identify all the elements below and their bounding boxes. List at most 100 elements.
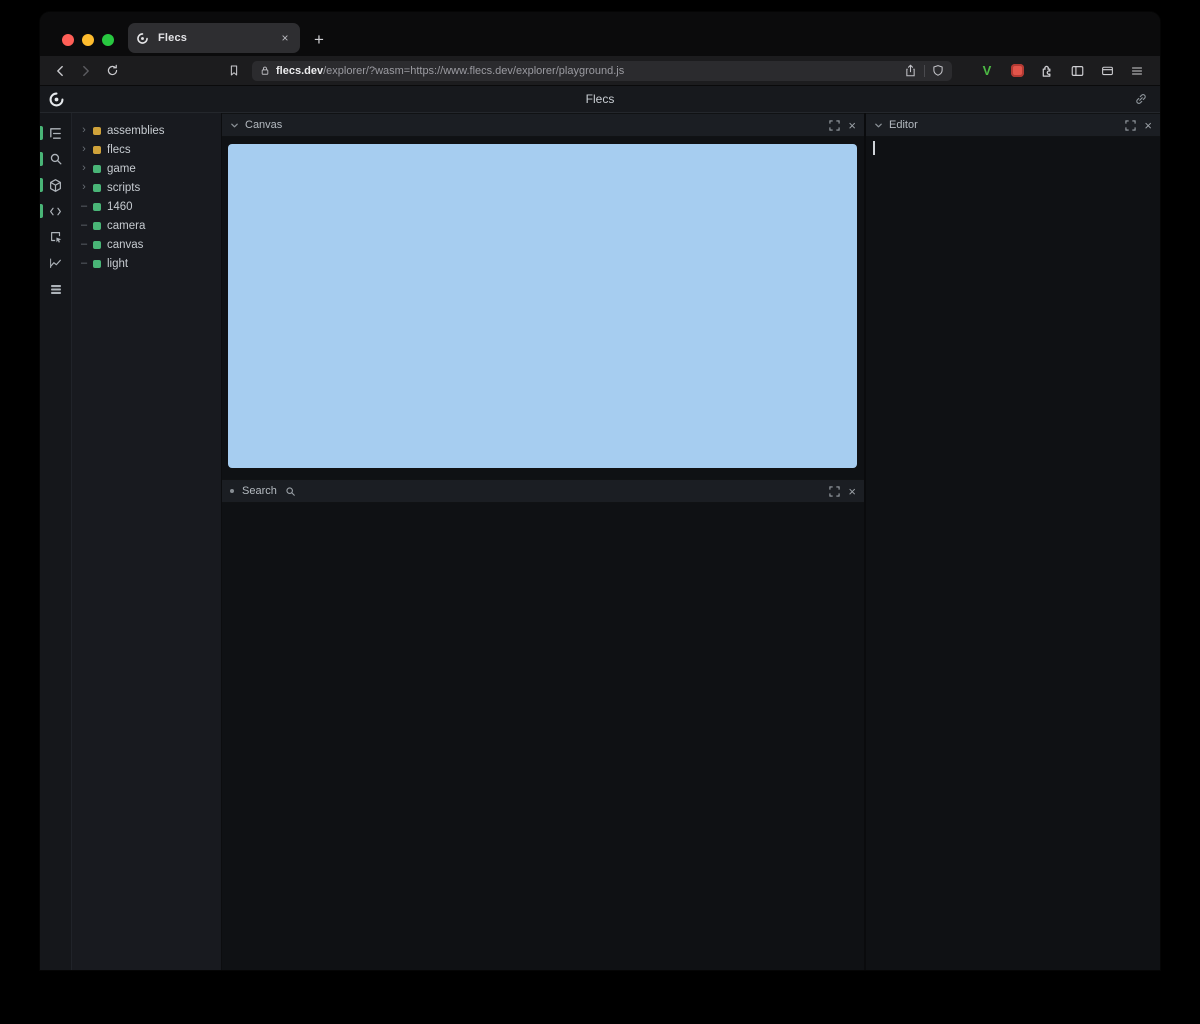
chevron-down-icon[interactable]	[874, 121, 883, 130]
expand-panel-icon[interactable]	[829, 486, 840, 497]
search-panel-header: Search ×	[222, 479, 864, 503]
url-bar[interactable]: flecs.dev/explorer/?wasm=https://www.fle…	[252, 61, 952, 81]
window-controls	[40, 34, 114, 56]
main-column: Canvas × Search	[222, 113, 866, 970]
app-title: Flecs	[40, 92, 1160, 106]
extension-cluster: V	[978, 62, 1150, 80]
package-icon	[48, 178, 63, 193]
forward-button[interactable]	[76, 61, 96, 81]
tree-item-label: 1460	[105, 201, 133, 213]
sidebar-icon-strip	[40, 113, 72, 970]
tree-item-label: light	[105, 258, 128, 270]
tree-item-1460[interactable]: – 1460	[72, 197, 221, 216]
tree-item-canvas[interactable]: – canvas	[72, 235, 221, 254]
search-icon	[49, 152, 63, 166]
tab-close-button[interactable]: ×	[278, 31, 292, 45]
sidebar-item-entity-tree[interactable]	[40, 120, 71, 146]
tree-guide-line: –	[79, 220, 89, 231]
text-caret	[873, 141, 875, 155]
canvas-panel-body	[222, 137, 864, 479]
bookmark-icon[interactable]	[224, 61, 244, 81]
main-empty-area	[222, 503, 864, 970]
sidebar-item-code[interactable]	[40, 198, 71, 224]
tab-bar: Flecs × +	[40, 12, 1160, 56]
sidebar-toggle-icon[interactable]	[1068, 62, 1086, 80]
expand-chevron-icon[interactable]: ›	[79, 144, 89, 155]
reload-button[interactable]	[102, 61, 122, 81]
close-panel-icon[interactable]: ×	[1144, 119, 1152, 132]
tree-item-camera[interactable]: – camera	[72, 216, 221, 235]
tree-item-label: flecs	[105, 144, 131, 156]
minimize-window-button[interactable]	[82, 34, 94, 46]
browser-window: Flecs × + flecs.dev/explorer/?wasm=https…	[40, 12, 1160, 970]
vue-devtools-extension-icon[interactable]: V	[978, 62, 996, 80]
chevron-down-icon[interactable]	[230, 121, 239, 130]
collapsed-dot-icon[interactable]	[230, 489, 234, 493]
tree-item-assemblies[interactable]: › assemblies	[72, 121, 221, 140]
sidebar-item-tables[interactable]	[40, 276, 71, 302]
share-link-icon[interactable]	[1134, 92, 1148, 106]
browser-tab[interactable]: Flecs ×	[128, 23, 300, 53]
entity-icon	[93, 127, 101, 135]
close-panel-icon[interactable]: ×	[848, 119, 856, 132]
canvas-panel-header: Canvas ×	[222, 113, 864, 137]
editor-panel-title: Editor	[889, 119, 918, 131]
tree-item-label: scripts	[105, 182, 140, 194]
tree-item-flecs[interactable]: › flecs	[72, 140, 221, 159]
menu-hamburger-icon[interactable]	[1128, 62, 1146, 80]
tree-item-scripts[interactable]: › scripts	[72, 178, 221, 197]
share-icon[interactable]	[904, 64, 917, 77]
sidebar-item-commands[interactable]	[40, 172, 71, 198]
code-icon	[48, 205, 63, 218]
expand-panel-icon[interactable]	[1125, 120, 1136, 131]
url-separator	[924, 65, 925, 77]
lock-icon	[260, 65, 270, 76]
sidebar-item-statistics[interactable]	[40, 250, 71, 276]
expand-chevron-icon[interactable]: ›	[79, 125, 89, 136]
code-editor-area[interactable]	[866, 137, 1160, 970]
flecs-logo-icon[interactable]	[48, 91, 65, 108]
url-path: /explorer/?wasm=https://www.flecs.dev/ex…	[323, 65, 624, 77]
entity-icon	[93, 184, 101, 192]
editor-panel-header: Editor ×	[866, 113, 1160, 137]
zoom-window-button[interactable]	[102, 34, 114, 46]
expand-chevron-icon[interactable]: ›	[79, 182, 89, 193]
webgl-canvas[interactable]	[228, 144, 857, 468]
tree-guide-line: –	[79, 258, 89, 269]
puzzle-extensions-icon[interactable]	[1038, 62, 1056, 80]
navigation-bar: flecs.dev/explorer/?wasm=https://www.fle…	[40, 56, 1160, 86]
expand-panel-icon[interactable]	[829, 120, 840, 131]
tab-title: Flecs	[156, 32, 271, 44]
wallet-icon[interactable]	[1098, 62, 1116, 80]
tree-icon	[48, 126, 63, 141]
tree-item-label: assemblies	[105, 125, 165, 137]
app-header: Flecs	[40, 86, 1160, 113]
tree-guide-line: –	[79, 201, 89, 212]
red-extension-icon[interactable]	[1008, 62, 1026, 80]
tree-item-label: canvas	[105, 239, 143, 251]
sidebar-item-inspect[interactable]	[40, 224, 71, 250]
tree-item-game[interactable]: › game	[72, 159, 221, 178]
search-magnifier-icon	[285, 486, 296, 497]
close-window-button[interactable]	[62, 34, 74, 46]
rows-icon	[49, 283, 63, 296]
entity-tree-panel: › assemblies › flecs › game › sc	[72, 113, 222, 970]
tree-guide-line: –	[79, 239, 89, 250]
close-panel-icon[interactable]: ×	[848, 485, 856, 498]
entity-icon	[93, 146, 101, 154]
canvas-panel-title: Canvas	[245, 119, 282, 131]
back-button[interactable]	[50, 61, 70, 81]
entity-icon	[93, 222, 101, 230]
tree-item-label: camera	[105, 220, 145, 232]
entity-icon	[93, 241, 101, 249]
url-text: flecs.dev/explorer/?wasm=https://www.fle…	[276, 65, 898, 77]
editor-column: Editor ×	[866, 113, 1160, 970]
sidebar-item-query-search[interactable]	[40, 146, 71, 172]
app-body: › assemblies › flecs › game › sc	[40, 113, 1160, 970]
new-tab-button[interactable]: +	[314, 31, 324, 48]
entity-icon	[93, 165, 101, 173]
tree-item-light[interactable]: – light	[72, 254, 221, 273]
tree-item-label: game	[105, 163, 136, 175]
shield-icon[interactable]	[932, 64, 944, 77]
expand-chevron-icon[interactable]: ›	[79, 163, 89, 174]
